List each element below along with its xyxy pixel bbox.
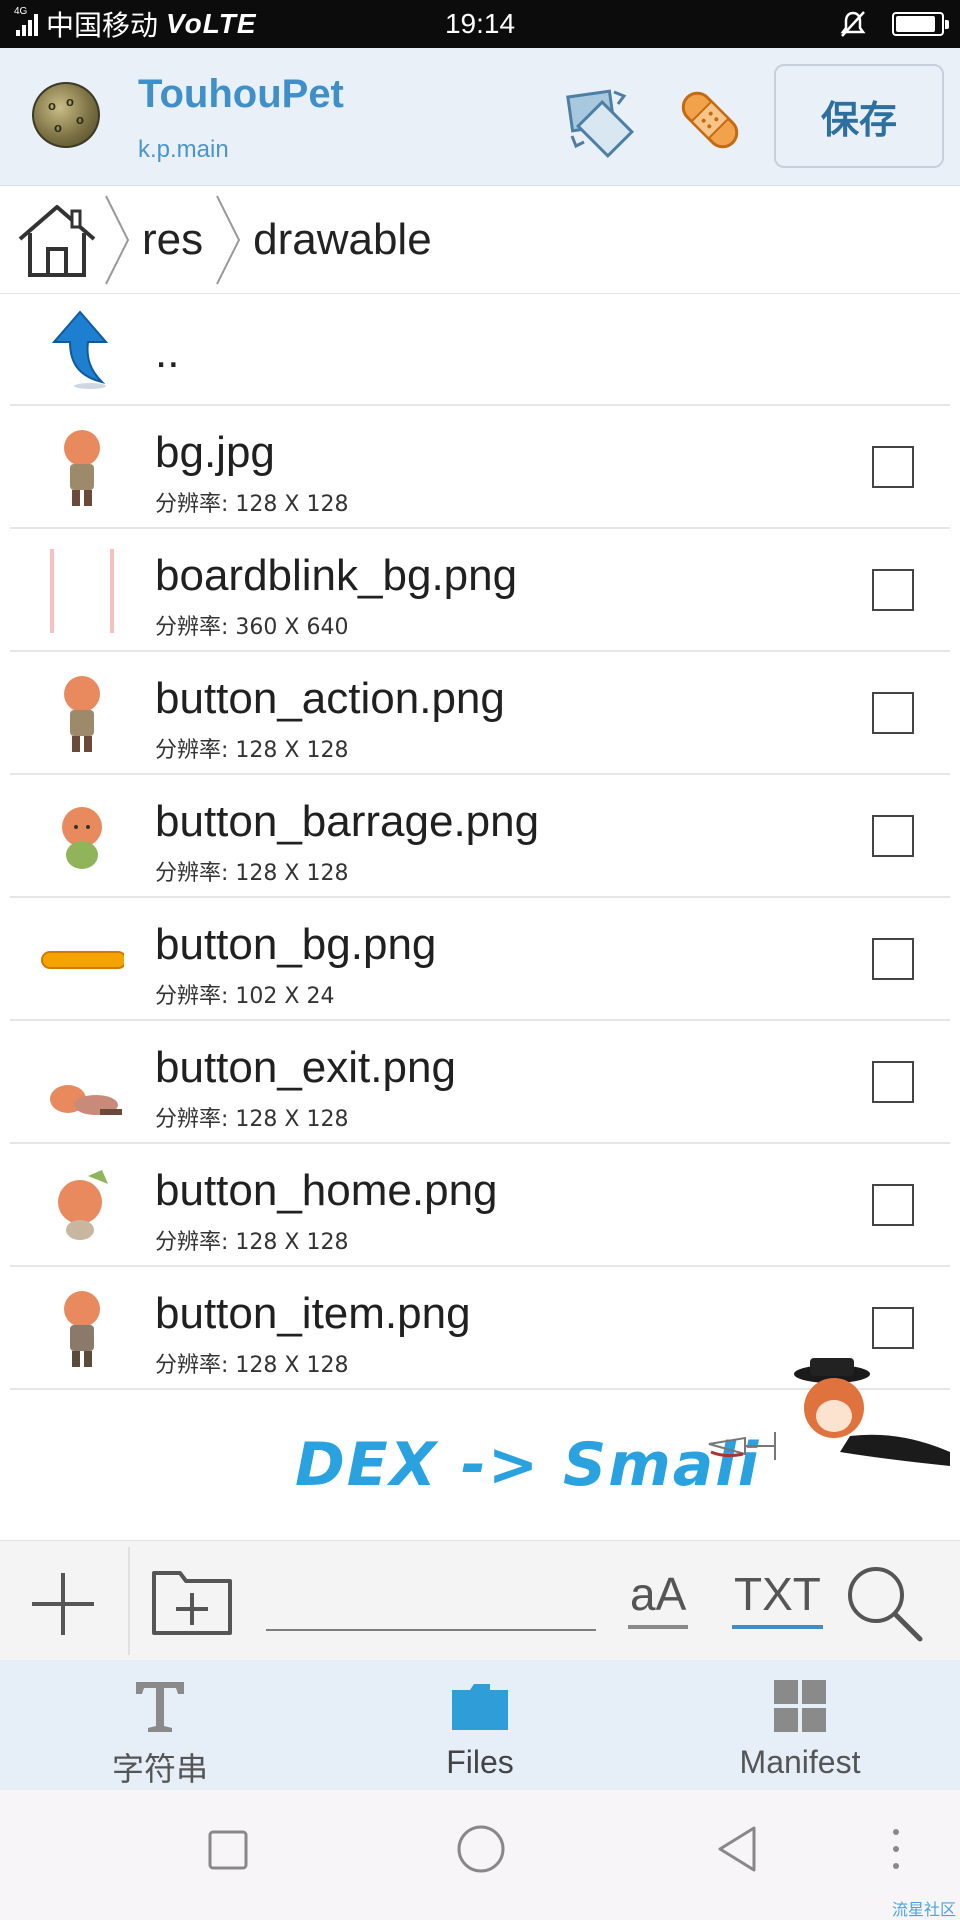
file-name: button_home.png [155,1166,498,1215]
search-input[interactable] [266,1565,596,1631]
file-checkbox[interactable] [872,815,914,857]
battery-icon [892,12,949,36]
file-checkbox[interactable] [872,1307,914,1349]
parent-directory-row[interactable]: .. [10,294,950,406]
tab-manifest[interactable]: Manifest [640,1660,960,1790]
banner-text: DEX -> Smali [295,1430,761,1500]
file-resolution: 分辨率: 128 X 128 [155,861,349,886]
breadcrumb-drawable[interactable]: drawable [243,215,442,265]
file-resolution: 分辨率: 128 X 128 [155,1107,349,1132]
file-name: boardblink_bg.png [155,551,518,600]
new-folder-icon[interactable] [150,1563,234,1639]
file-row[interactable]: button_bg.png 分辨率: 102 X 24 [10,898,950,1021]
file-row[interactable]: button_exit.png 分辨率: 128 X 128 [10,1021,950,1144]
system-nav-bar: 流星社区 [0,1790,960,1920]
file-checkbox[interactable] [872,446,914,488]
file-name: button_item.png [155,1289,471,1338]
file-name: button_exit.png [155,1043,456,1092]
file-name: bg.jpg [155,428,275,477]
home-circle-icon[interactable] [456,1824,506,1874]
save-button[interactable]: 保存 [774,64,944,168]
up-arrow-icon [51,310,109,389]
tab-label: 字符串 [111,1751,208,1787]
status-time: 19:14 [444,8,516,39]
file-checkbox[interactable] [872,938,914,980]
file-row[interactable]: button_barrage.png 分辨率: 128 X 128 [10,775,950,898]
app-header: oo oo TouhouPet k.p.main 保存 [0,48,960,186]
image-thumbnail-icon [50,549,114,633]
chevron-right-icon [105,195,130,284]
file-resolution: 分辨率: 102 X 24 [155,984,335,1009]
swap-screen-icon[interactable] [562,82,638,158]
bottom-toolbar: aA TXT [0,1540,960,1660]
character-mascot-icon [794,1358,950,1466]
recents-icon[interactable] [206,1828,250,1872]
breadcrumb-res[interactable]: res [132,215,213,265]
breadcrumb: res drawable [0,186,960,294]
tab-label: Files [446,1744,514,1780]
home-icon[interactable] [12,195,102,285]
text-icon [136,1682,184,1732]
tab-files[interactable]: Files [320,1660,640,1790]
bottom-nav: 字符串 Files Manifest [0,1660,960,1790]
file-row[interactable]: boardblink_bg.png 分辨率: 360 X 640 [10,529,950,652]
file-list: .. bg.jpg 分辨率: 128 X 128 boardblink_bg.p… [0,294,960,1390]
app-title: TouhouPet [138,72,344,116]
file-checkbox[interactable] [872,692,914,734]
character-thumbnail-icon [64,1291,100,1367]
status-bar: 4G 中国移动 VoLTE 19:14 [0,0,960,48]
add-icon[interactable] [28,1569,98,1639]
character-thumbnail-icon [62,807,102,869]
file-row[interactable]: button_action.png 分辨率: 128 X 128 [10,652,950,775]
file-row[interactable]: bg.jpg 分辨率: 128 X 128 [10,406,950,529]
tab-label: Manifest [739,1744,861,1780]
file-row[interactable]: button_home.png 分辨率: 128 X 128 [10,1144,950,1267]
file-resolution: 分辨率: 128 X 128 [155,492,349,517]
chevron-right-icon [216,195,241,284]
more-icon[interactable] [890,1824,902,1874]
watermark: 流星社区 [891,1900,956,1919]
orange-bar-thumbnail-icon [41,951,124,969]
grid-icon [774,1680,826,1732]
file-checkbox[interactable] [872,1184,914,1226]
file-checkbox[interactable] [872,1061,914,1103]
font-size-toggle[interactable]: aA [628,1567,689,1629]
file-resolution: 分辨率: 128 X 128 [155,738,349,763]
file-name: button_barrage.png [155,797,540,846]
app-icon: oo oo [32,82,100,148]
bandage-icon[interactable] [672,82,748,158]
folder-icon [452,1684,508,1730]
character-thumbnail-icon [58,1170,108,1240]
file-resolution: 分辨率: 128 X 128 [155,1353,349,1378]
toolbar-divider [128,1547,130,1655]
parent-directory-label: .. [155,328,180,377]
tab-strings[interactable]: 字符串 [0,1660,320,1790]
file-name: button_action.png [155,674,505,723]
search-icon[interactable] [842,1561,926,1645]
back-icon[interactable] [714,1824,760,1874]
file-name: button_bg.png [155,920,437,969]
txt-toggle[interactable]: TXT [732,1567,823,1629]
file-resolution: 分辨率: 128 X 128 [155,1230,349,1255]
wine-glass-icon [708,1432,776,1460]
file-checkbox[interactable] [872,569,914,611]
character-thumbnail-icon [50,1085,122,1115]
app-package: k.p.main [138,136,229,163]
character-thumbnail-icon [64,430,100,506]
character-thumbnail-icon [64,676,100,752]
banner: DEX -> Smali [0,1358,960,1540]
file-resolution: 分辨率: 360 X 640 [155,615,349,640]
